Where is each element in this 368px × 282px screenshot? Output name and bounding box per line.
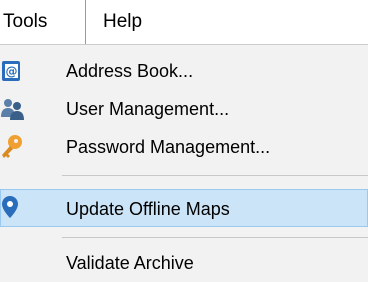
menu-bar: Tools Help bbox=[0, 0, 368, 44]
menu-item-validate-archive[interactable]: Validate Archive bbox=[0, 244, 368, 282]
svg-text:@: @ bbox=[6, 65, 18, 79]
address-book-icon: @ bbox=[0, 57, 28, 85]
tools-dropdown-menu: @ Address Book... User Management... Pas… bbox=[0, 44, 368, 282]
menu-item-address-book[interactable]: @ Address Book... bbox=[0, 52, 368, 90]
users-icon bbox=[0, 95, 28, 123]
menu-item-update-offline-maps[interactable]: Update Offline Maps bbox=[0, 189, 368, 227]
menu-item-label: Update Offline Maps bbox=[66, 199, 230, 219]
menu-item-password-management[interactable]: Password Management... bbox=[0, 128, 368, 166]
menu-help[interactable]: Help bbox=[103, 0, 163, 44]
menu-separator bbox=[62, 237, 368, 238]
menu-item-label: Password Management... bbox=[66, 137, 271, 157]
menu-help-label: Help bbox=[103, 11, 143, 32]
menu-separator bbox=[62, 175, 368, 176]
menu-item-label: User Management... bbox=[66, 99, 230, 119]
menu-item-label: Validate Archive bbox=[66, 253, 194, 273]
menu-tools[interactable]: Tools bbox=[0, 0, 86, 44]
menu-item-user-management[interactable]: User Management... bbox=[0, 90, 368, 128]
key-icon bbox=[0, 133, 28, 161]
menu-tools-label: Tools bbox=[3, 11, 48, 32]
menu-item-label: Address Book... bbox=[66, 61, 194, 81]
map-pin-icon bbox=[1, 194, 29, 222]
